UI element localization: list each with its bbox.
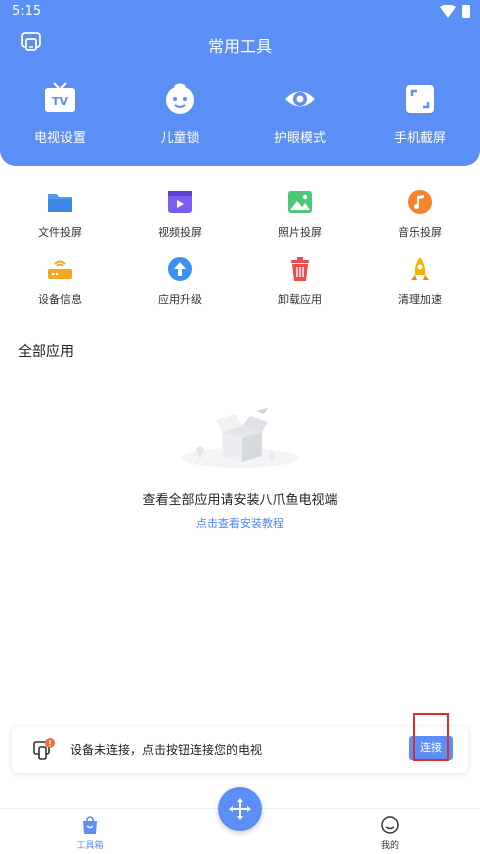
rocket-icon — [411, 257, 429, 280]
tool-label: 视频投屏 — [158, 226, 202, 239]
nav-toolbox[interactable]: 工具箱 — [60, 815, 120, 851]
tool-label: 手机截屏 — [393, 131, 446, 146]
all-apps-title: 全部应用 — [18, 344, 74, 360]
tool-label: 设备信息 — [38, 293, 82, 306]
folder-icon — [48, 194, 72, 212]
move-arrows-icon — [229, 798, 251, 820]
child-face-icon — [166, 83, 194, 114]
nav-label: 工具箱 — [76, 841, 104, 851]
tools-grid: 文件投屏 视频投屏 照片投屏 音乐投屏 设备信息 应用升级 卸载应用 清理加速 — [0, 188, 480, 322]
page-title: 常用工具 — [207, 37, 272, 56]
device-disconnected-icon — [33, 738, 55, 760]
status-time: 5:15 — [12, 4, 42, 19]
header-panel: 常用工具 TV 电视设置 儿童锁 护眼模式 手机截屏 — [0, 0, 480, 166]
tool-file-cast[interactable]: 文件投屏 — [0, 188, 120, 255]
tool-label: 照片投屏 — [278, 226, 322, 239]
music-icon — [408, 190, 432, 214]
trash-icon — [291, 257, 309, 281]
connect-message: 设备未连接，点击按钮连接您的电视 — [70, 743, 263, 757]
battery-icon — [462, 5, 470, 18]
video-icon — [168, 191, 192, 213]
svg-text:TV: TV — [52, 95, 69, 108]
install-tutorial-link[interactable]: 点击查看安装教程 — [0, 515, 480, 531]
tool-label: 儿童锁 — [160, 131, 200, 146]
tool-label: 护眼模式 — [273, 131, 326, 146]
nav-label: 我的 — [380, 841, 399, 851]
tool-video-cast[interactable]: 视频投屏 — [120, 188, 240, 255]
router-icon — [48, 260, 72, 279]
empty-box-icon — [182, 408, 298, 468]
tool-eye-protection[interactable]: 护眼模式 — [240, 82, 360, 146]
tool-uninstall-app[interactable]: 卸载应用 — [240, 255, 360, 322]
tool-label: 音乐投屏 — [398, 226, 442, 239]
tool-screenshot[interactable]: 手机截屏 — [360, 82, 480, 146]
connect-banner: 设备未连接，点击按钮连接您的电视 — [12, 727, 468, 773]
wifi-icon — [440, 5, 456, 18]
photo-icon — [288, 191, 312, 213]
move-fab-button[interactable] — [218, 787, 262, 831]
tool-photo-cast[interactable]: 照片投屏 — [240, 188, 360, 255]
eye-icon — [285, 91, 315, 107]
highlight-annotation — [413, 713, 449, 761]
tool-device-info[interactable]: 设备信息 — [0, 255, 120, 322]
user-face-icon — [381, 816, 399, 834]
nav-mine[interactable]: 我的 — [360, 815, 420, 851]
tool-label: 电视设置 — [33, 131, 86, 146]
screenshot-icon — [406, 85, 434, 113]
tv-icon: TV — [45, 82, 75, 112]
tool-child-lock[interactable]: 儿童锁 — [120, 82, 240, 146]
shopping-bag-icon — [83, 816, 97, 834]
tool-label: 卸载应用 — [278, 293, 322, 306]
tool-tv-settings[interactable]: TV 电视设置 — [0, 82, 120, 146]
status-bar: 5:15 — [0, 0, 480, 24]
tool-music-cast[interactable]: 音乐投屏 — [360, 188, 480, 255]
tool-clean-boost[interactable]: 清理加速 — [360, 255, 480, 322]
upgrade-icon — [168, 257, 192, 281]
tool-label: 文件投屏 — [38, 226, 82, 239]
tool-app-upgrade[interactable]: 应用升级 — [120, 255, 240, 322]
tool-label: 清理加速 — [398, 293, 442, 306]
tool-label: 应用升级 — [158, 293, 202, 306]
empty-state-text: 查看全部应用请安装八爪鱼电视端 — [142, 493, 338, 508]
